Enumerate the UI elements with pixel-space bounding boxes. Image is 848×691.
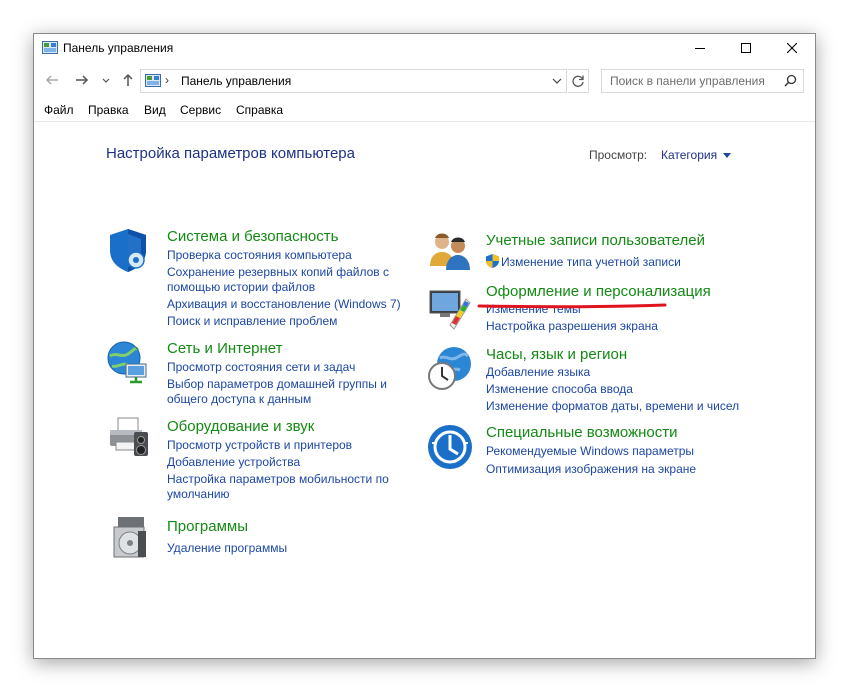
category-user-accounts-title[interactable]: Учетные записи пользователей <box>486 232 705 249</box>
category-ease-of-access-title[interactable]: Специальные возможности <box>486 424 678 441</box>
menu-view[interactable]: Вид <box>144 103 166 117</box>
window-title: Панель управления <box>63 41 174 55</box>
uac-shield-icon <box>486 254 499 268</box>
category-appearance-title[interactable]: Оформление и персонализация <box>486 283 711 300</box>
breadcrumb-separator-icon[interactable]: › <box>165 73 169 87</box>
minimize-button[interactable] <box>677 34 723 62</box>
link-file-history-backup-cont[interactable]: помощью истории файлов <box>167 280 315 294</box>
clock-globe-icon[interactable] <box>426 344 474 392</box>
refresh-button[interactable] <box>568 69 589 93</box>
link-troubleshoot[interactable]: Поиск и исправление проблем <box>167 314 337 328</box>
category-programs-title[interactable]: Программы <box>167 518 248 535</box>
forward-arrow-icon[interactable] <box>74 72 90 88</box>
display-palette-icon[interactable] <box>426 285 474 333</box>
minimize-icon <box>695 48 705 49</box>
maximize-icon <box>741 43 751 53</box>
search-icon[interactable] <box>784 74 797 87</box>
category-system-security-title[interactable]: Система и безопасность <box>167 228 338 245</box>
control-panel-window: Панель управления › Панель управления По… <box>33 33 816 659</box>
category-clock-region-title[interactable]: Часы, язык и регион <box>486 346 627 363</box>
title-bar[interactable]: Панель управления <box>34 34 815 62</box>
link-optimize-display[interactable]: Оптимизация изображения на экране <box>486 462 696 476</box>
main-content: Настройка параметров компьютера Просмотр… <box>34 122 815 658</box>
link-network-status[interactable]: Просмотр состояния сети и задач <box>167 360 355 374</box>
highlight-underline <box>477 303 667 309</box>
category-network-internet-title[interactable]: Сеть и Интернет <box>167 340 283 357</box>
control-panel-icon <box>42 41 58 54</box>
link-devices-printers[interactable]: Просмотр устройств и принтеров <box>167 438 352 452</box>
category-hardware-sound-title[interactable]: Оборудование и звук <box>167 418 314 435</box>
users-icon[interactable] <box>426 226 474 274</box>
maximize-button[interactable] <box>723 34 769 62</box>
menu-edit[interactable]: Правка <box>88 103 129 117</box>
recent-locations-chevron-icon[interactable] <box>98 72 114 88</box>
close-icon <box>787 43 797 53</box>
link-add-device[interactable]: Добавление устройства <box>167 455 300 469</box>
up-arrow-icon[interactable] <box>120 72 136 88</box>
programs-icon[interactable] <box>108 513 156 561</box>
view-by-label: Просмотр: <box>589 148 648 162</box>
search-box[interactable]: Поиск в панели управления <box>601 69 804 93</box>
control-panel-icon <box>145 74 161 87</box>
close-button[interactable] <box>769 34 815 62</box>
menu-file[interactable]: Файл <box>44 103 74 117</box>
link-change-input-method[interactable]: Изменение способа ввода <box>486 382 633 396</box>
navigation-bar: › Панель управления Поиск в панели управ… <box>34 66 815 96</box>
refresh-icon <box>572 75 584 87</box>
address-bar[interactable]: › Панель управления <box>140 69 567 93</box>
link-file-history-backup[interactable]: Сохранение резервных копий файлов с <box>167 265 389 279</box>
link-add-language[interactable]: Добавление языка <box>486 365 590 379</box>
address-dropdown-chevron-icon[interactable] <box>552 76 562 86</box>
network-globe-icon[interactable] <box>104 338 152 386</box>
link-change-account-type[interactable]: Изменение типа учетной записи <box>501 255 681 269</box>
link-homegroup-cont[interactable]: общего доступа к данным <box>167 392 311 406</box>
link-backup-restore-win7[interactable]: Архивация и восстановление (Windows 7) <box>167 297 401 311</box>
accessibility-icon[interactable] <box>426 423 474 471</box>
link-recommended-settings[interactable]: Рекомендуемые Windows параметры <box>486 444 694 458</box>
shield-icon[interactable] <box>104 226 152 274</box>
search-input[interactable]: Поиск в панели управления <box>610 74 765 88</box>
view-by-dropdown[interactable]: Категория <box>661 148 717 162</box>
link-check-computer-status[interactable]: Проверка состояния компьютера <box>167 248 352 262</box>
link-mobility-settings[interactable]: Настройка параметров мобильности по <box>167 472 389 486</box>
menu-tools[interactable]: Сервис <box>180 103 221 117</box>
view-dropdown-arrow-icon[interactable] <box>723 153 731 158</box>
printer-icon[interactable] <box>104 414 152 462</box>
back-arrow-icon[interactable] <box>44 72 60 88</box>
link-homegroup[interactable]: Выбор параметров домашней группы и <box>167 377 387 391</box>
page-title: Настройка параметров компьютера <box>106 145 355 162</box>
link-mobility-settings-cont[interactable]: умолчанию <box>167 487 230 501</box>
breadcrumb-control-panel[interactable]: Панель управления <box>181 74 291 88</box>
menu-bar: Файл Правка Вид Сервис Справка <box>34 99 815 122</box>
link-uninstall-program[interactable]: Удаление программы <box>167 541 287 555</box>
link-screen-resolution[interactable]: Настройка разрешения экрана <box>486 319 658 333</box>
menu-help[interactable]: Справка <box>236 103 283 117</box>
link-change-date-formats[interactable]: Изменение форматов даты, времени и чисел <box>486 399 739 413</box>
